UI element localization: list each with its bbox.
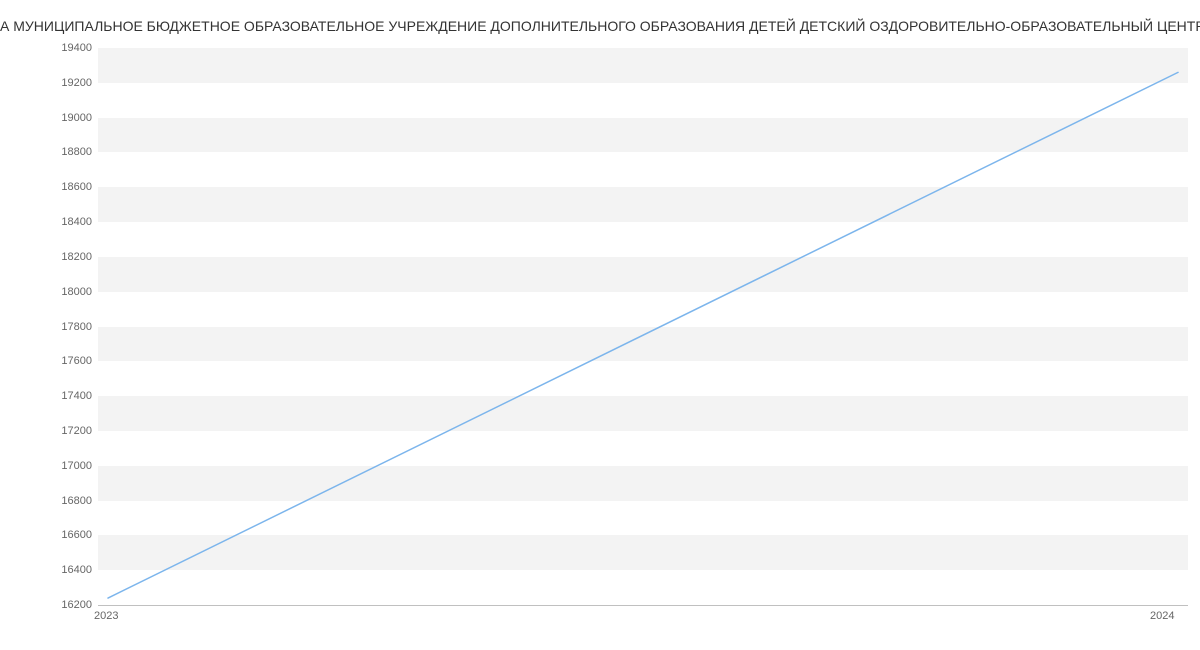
y-tick-label: 17400	[2, 390, 92, 402]
plot-area	[98, 48, 1188, 605]
chart-container: А МУНИЦИПАЛЬНОЕ БЮДЖЕТНОЕ ОБРАЗОВАТЕЛЬНО…	[0, 0, 1200, 650]
y-tick-label: 17600	[2, 355, 92, 367]
y-tick-label: 18000	[2, 286, 92, 298]
x-tick-label: 2023	[94, 610, 118, 622]
y-tick-label: 19200	[2, 77, 92, 89]
y-tick-label: 16800	[2, 495, 92, 507]
series-line	[108, 72, 1178, 598]
chart-title: А МУНИЦИПАЛЬНОЕ БЮДЖЕТНОЕ ОБРАЗОВАТЕЛЬНО…	[0, 18, 1200, 34]
x-tick-label: 2024	[1150, 610, 1174, 622]
y-tick-label: 19400	[2, 42, 92, 54]
y-tick-label: 16200	[2, 599, 92, 611]
y-tick-label: 18200	[2, 251, 92, 263]
y-tick-label: 17200	[2, 425, 92, 437]
y-tick-label: 19000	[2, 112, 92, 124]
y-tick-label: 17000	[2, 460, 92, 472]
y-tick-label: 16600	[2, 529, 92, 541]
x-axis-line	[98, 605, 1188, 606]
y-tick-label: 18600	[2, 181, 92, 193]
y-tick-label: 18400	[2, 216, 92, 228]
y-tick-label: 16400	[2, 564, 92, 576]
y-tick-label: 18800	[2, 146, 92, 158]
y-tick-label: 17800	[2, 321, 92, 333]
line-series-svg	[98, 48, 1188, 605]
